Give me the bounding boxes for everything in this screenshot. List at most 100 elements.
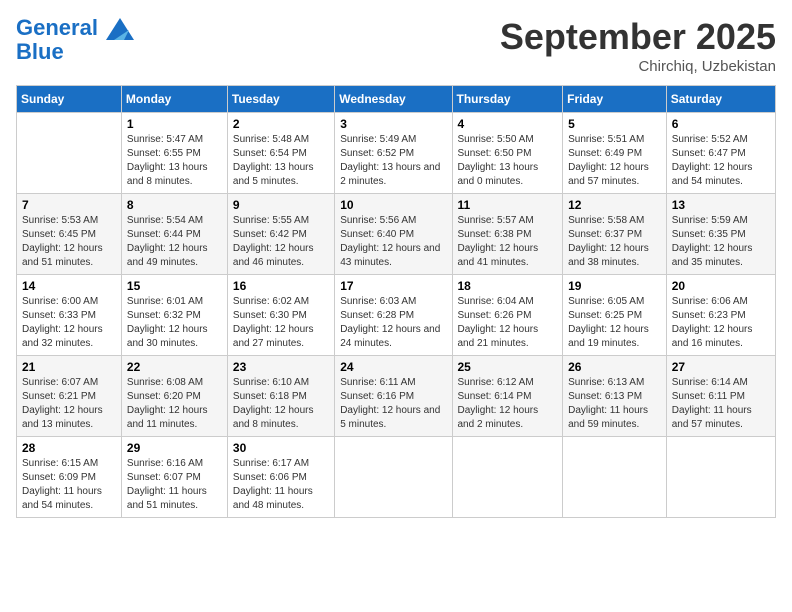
calendar-cell: 17 Sunrise: 6:03 AM Sunset: 6:28 PM Dayl… bbox=[335, 275, 452, 356]
sunset-label: Sunset: 6:30 PM bbox=[233, 310, 307, 321]
day-number: 2 bbox=[233, 117, 329, 131]
day-info: Sunrise: 5:51 AM Sunset: 6:49 PM Dayligh… bbox=[568, 133, 661, 189]
day-number: 22 bbox=[127, 360, 222, 374]
calendar-week-row: 28 Sunrise: 6:15 AM Sunset: 6:09 PM Dayl… bbox=[17, 437, 776, 518]
day-info: Sunrise: 6:07 AM Sunset: 6:21 PM Dayligh… bbox=[22, 376, 116, 432]
daylight-label: Daylight: 12 hours and 19 minutes. bbox=[568, 324, 649, 349]
sunset-label: Sunset: 6:40 PM bbox=[340, 229, 414, 240]
sunrise-label: Sunrise: 5:54 AM bbox=[127, 215, 203, 226]
sunrise-label: Sunrise: 6:16 AM bbox=[127, 458, 203, 469]
day-info: Sunrise: 5:48 AM Sunset: 6:54 PM Dayligh… bbox=[233, 133, 329, 189]
sunrise-label: Sunrise: 5:57 AM bbox=[458, 215, 534, 226]
calendar-cell bbox=[17, 113, 122, 194]
day-info: Sunrise: 6:13 AM Sunset: 6:13 PM Dayligh… bbox=[568, 376, 661, 432]
calendar-cell: 28 Sunrise: 6:15 AM Sunset: 6:09 PM Dayl… bbox=[17, 437, 122, 518]
daylight-label: Daylight: 12 hours and 21 minutes. bbox=[458, 324, 539, 349]
sunset-label: Sunset: 6:54 PM bbox=[233, 148, 307, 159]
daylight-label: Daylight: 13 hours and 8 minutes. bbox=[127, 162, 208, 187]
sunset-label: Sunset: 6:38 PM bbox=[458, 229, 532, 240]
day-number: 27 bbox=[672, 360, 770, 374]
sunset-label: Sunset: 6:47 PM bbox=[672, 148, 746, 159]
day-info: Sunrise: 5:55 AM Sunset: 6:42 PM Dayligh… bbox=[233, 214, 329, 270]
sunset-label: Sunset: 6:13 PM bbox=[568, 391, 642, 402]
daylight-label: Daylight: 12 hours and 51 minutes. bbox=[22, 243, 103, 268]
sunrise-label: Sunrise: 6:12 AM bbox=[458, 377, 534, 388]
day-info: Sunrise: 6:15 AM Sunset: 6:09 PM Dayligh… bbox=[22, 457, 116, 513]
sunrise-label: Sunrise: 5:51 AM bbox=[568, 134, 644, 145]
day-number: 23 bbox=[233, 360, 329, 374]
sunset-label: Sunset: 6:16 PM bbox=[340, 391, 414, 402]
day-info: Sunrise: 6:00 AM Sunset: 6:33 PM Dayligh… bbox=[22, 295, 116, 351]
sunrise-label: Sunrise: 6:03 AM bbox=[340, 296, 416, 307]
sunset-label: Sunset: 6:21 PM bbox=[22, 391, 96, 402]
calendar-cell: 11 Sunrise: 5:57 AM Sunset: 6:38 PM Dayl… bbox=[452, 194, 563, 275]
sunrise-label: Sunrise: 6:04 AM bbox=[458, 296, 534, 307]
day-number: 19 bbox=[568, 279, 661, 293]
calendar-cell: 30 Sunrise: 6:17 AM Sunset: 6:06 PM Dayl… bbox=[227, 437, 334, 518]
calendar-table: SundayMondayTuesdayWednesdayThursdayFrid… bbox=[16, 85, 776, 518]
day-info: Sunrise: 6:03 AM Sunset: 6:28 PM Dayligh… bbox=[340, 295, 446, 351]
logo: General Blue bbox=[16, 16, 134, 64]
daylight-label: Daylight: 12 hours and 8 minutes. bbox=[233, 405, 314, 430]
calendar-cell: 3 Sunrise: 5:49 AM Sunset: 6:52 PM Dayli… bbox=[335, 113, 452, 194]
day-info: Sunrise: 5:52 AM Sunset: 6:47 PM Dayligh… bbox=[672, 133, 770, 189]
location: Chirchiq, Uzbekistan bbox=[500, 58, 776, 75]
calendar-cell: 23 Sunrise: 6:10 AM Sunset: 6:18 PM Dayl… bbox=[227, 356, 334, 437]
sunrise-label: Sunrise: 6:00 AM bbox=[22, 296, 98, 307]
day-number: 8 bbox=[127, 198, 222, 212]
calendar-cell: 12 Sunrise: 5:58 AM Sunset: 6:37 PM Dayl… bbox=[563, 194, 667, 275]
calendar-week-row: 1 Sunrise: 5:47 AM Sunset: 6:55 PM Dayli… bbox=[17, 113, 776, 194]
sunset-label: Sunset: 6:28 PM bbox=[340, 310, 414, 321]
sunset-label: Sunset: 6:20 PM bbox=[127, 391, 201, 402]
calendar-cell: 21 Sunrise: 6:07 AM Sunset: 6:21 PM Dayl… bbox=[17, 356, 122, 437]
day-number: 5 bbox=[568, 117, 661, 131]
day-info: Sunrise: 6:11 AM Sunset: 6:16 PM Dayligh… bbox=[340, 376, 446, 432]
daylight-label: Daylight: 12 hours and 11 minutes. bbox=[127, 405, 208, 430]
day-number: 21 bbox=[22, 360, 116, 374]
sunrise-label: Sunrise: 5:53 AM bbox=[22, 215, 98, 226]
daylight-label: Daylight: 11 hours and 54 minutes. bbox=[22, 486, 102, 511]
column-header-saturday: Saturday bbox=[666, 86, 775, 113]
day-number: 26 bbox=[568, 360, 661, 374]
day-info: Sunrise: 5:56 AM Sunset: 6:40 PM Dayligh… bbox=[340, 214, 446, 270]
sunset-label: Sunset: 6:32 PM bbox=[127, 310, 201, 321]
sunrise-label: Sunrise: 5:49 AM bbox=[340, 134, 416, 145]
sunset-label: Sunset: 6:18 PM bbox=[233, 391, 307, 402]
daylight-label: Daylight: 11 hours and 48 minutes. bbox=[233, 486, 313, 511]
sunset-label: Sunset: 6:35 PM bbox=[672, 229, 746, 240]
daylight-label: Daylight: 12 hours and 30 minutes. bbox=[127, 324, 208, 349]
calendar-cell: 25 Sunrise: 6:12 AM Sunset: 6:14 PM Dayl… bbox=[452, 356, 563, 437]
daylight-label: Daylight: 12 hours and 41 minutes. bbox=[458, 243, 539, 268]
day-number: 15 bbox=[127, 279, 222, 293]
daylight-label: Daylight: 12 hours and 54 minutes. bbox=[672, 162, 753, 187]
day-info: Sunrise: 6:16 AM Sunset: 6:07 PM Dayligh… bbox=[127, 457, 222, 513]
sunset-label: Sunset: 6:23 PM bbox=[672, 310, 746, 321]
calendar-cell: 19 Sunrise: 6:05 AM Sunset: 6:25 PM Dayl… bbox=[563, 275, 667, 356]
sunrise-label: Sunrise: 6:10 AM bbox=[233, 377, 309, 388]
daylight-label: Daylight: 12 hours and 24 minutes. bbox=[340, 324, 440, 349]
sunset-label: Sunset: 6:07 PM bbox=[127, 472, 201, 483]
day-info: Sunrise: 5:53 AM Sunset: 6:45 PM Dayligh… bbox=[22, 214, 116, 270]
title-block: September 2025 Chirchiq, Uzbekistan bbox=[500, 16, 776, 75]
column-header-monday: Monday bbox=[121, 86, 227, 113]
day-number: 3 bbox=[340, 117, 446, 131]
column-header-friday: Friday bbox=[563, 86, 667, 113]
day-number: 10 bbox=[340, 198, 446, 212]
sunset-label: Sunset: 6:55 PM bbox=[127, 148, 201, 159]
daylight-label: Daylight: 12 hours and 32 minutes. bbox=[22, 324, 103, 349]
sunset-label: Sunset: 6:44 PM bbox=[127, 229, 201, 240]
day-number: 25 bbox=[458, 360, 558, 374]
sunrise-label: Sunrise: 5:47 AM bbox=[127, 134, 203, 145]
sunset-label: Sunset: 6:33 PM bbox=[22, 310, 96, 321]
calendar-cell: 20 Sunrise: 6:06 AM Sunset: 6:23 PM Dayl… bbox=[666, 275, 775, 356]
day-number: 24 bbox=[340, 360, 446, 374]
day-info: Sunrise: 6:06 AM Sunset: 6:23 PM Dayligh… bbox=[672, 295, 770, 351]
calendar-cell: 10 Sunrise: 5:56 AM Sunset: 6:40 PM Dayl… bbox=[335, 194, 452, 275]
calendar-cell: 16 Sunrise: 6:02 AM Sunset: 6:30 PM Dayl… bbox=[227, 275, 334, 356]
calendar-cell: 14 Sunrise: 6:00 AM Sunset: 6:33 PM Dayl… bbox=[17, 275, 122, 356]
sunset-label: Sunset: 6:06 PM bbox=[233, 472, 307, 483]
column-header-wednesday: Wednesday bbox=[335, 86, 452, 113]
sunrise-label: Sunrise: 5:48 AM bbox=[233, 134, 309, 145]
daylight-label: Daylight: 12 hours and 46 minutes. bbox=[233, 243, 314, 268]
column-header-sunday: Sunday bbox=[17, 86, 122, 113]
